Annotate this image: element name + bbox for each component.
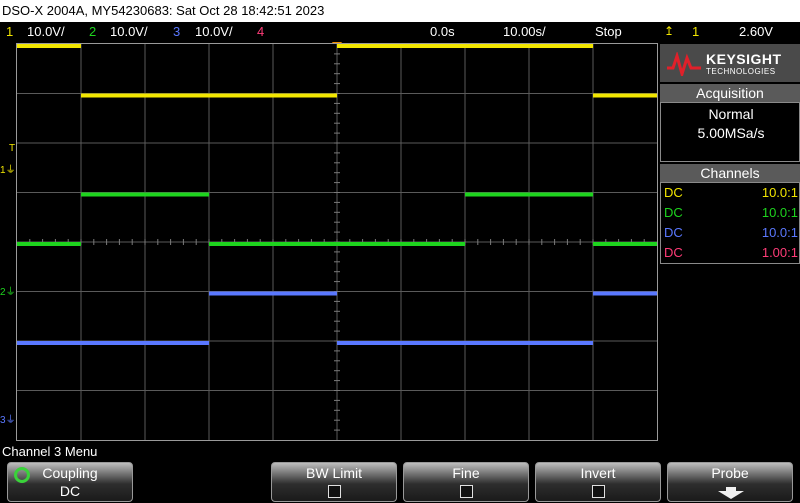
ch2-trace-segment bbox=[209, 242, 337, 246]
ch3-number[interactable]: 3 bbox=[173, 22, 180, 41]
fine-checkbox[interactable] bbox=[460, 485, 473, 498]
probe-softkey[interactable]: Probe bbox=[667, 462, 793, 502]
run-state: Stop bbox=[595, 24, 622, 39]
ch2-ground-marker[interactable]: 2⏚ bbox=[0, 288, 16, 298]
ch2-trace-segment bbox=[593, 242, 657, 246]
ch1-trace-segment bbox=[337, 44, 465, 48]
ch2-scale[interactable]: 10.0V/ bbox=[110, 22, 148, 41]
ch3-trace-segment bbox=[209, 291, 337, 296]
ch3-trace-segment bbox=[593, 291, 657, 296]
ch3-scale[interactable]: 10.0V/ bbox=[195, 22, 233, 41]
status-row: 1 10.0V/ 2 10.0V/ 3 10.0V/ 4 0.0s 10.00s… bbox=[0, 22, 800, 41]
bw-limit-label: BW Limit bbox=[306, 465, 362, 481]
ch2-probe-ratio: 10.0:1 bbox=[761, 205, 798, 220]
invert-checkbox[interactable] bbox=[592, 485, 605, 498]
acquisition-mode: Normal bbox=[708, 106, 754, 122]
ch3-probe-ratio: 10.0:1 bbox=[761, 225, 798, 240]
channel-row-3: DC 10.0:1 bbox=[664, 223, 798, 243]
ch2-trace-segment bbox=[81, 192, 209, 197]
keysight-wave-icon bbox=[667, 52, 701, 76]
channels-header: Channels bbox=[660, 164, 800, 182]
fine-label: Fine bbox=[452, 465, 480, 481]
ch2-trace-segment bbox=[465, 192, 593, 197]
ch2-coupling: DC bbox=[664, 205, 683, 220]
ch4-number[interactable]: 4 bbox=[257, 22, 264, 41]
brand-logo: KEYSIGHT TECHNOLOGIES bbox=[660, 44, 800, 82]
ch3-ground-label: 3 bbox=[0, 415, 6, 426]
ch3-trace-segment bbox=[17, 341, 81, 345]
coupling-softkey[interactable]: Coupling DC bbox=[7, 462, 133, 502]
ch1-ground-marker[interactable]: 1⏚ bbox=[0, 166, 16, 176]
trigger-level-marker[interactable]: T bbox=[9, 143, 15, 154]
submenu-arrow-icon bbox=[718, 487, 744, 499]
ch4-coupling: DC bbox=[664, 245, 683, 260]
time-delay[interactable]: 0.0s bbox=[430, 22, 455, 41]
ch1-ground-label: 1 bbox=[0, 165, 6, 176]
graticule-and-traces bbox=[17, 44, 657, 440]
ch1-number[interactable]: 1 bbox=[6, 22, 13, 41]
rotate-knob-icon bbox=[14, 467, 30, 483]
sample-rate: 5.00MSa/s bbox=[697, 125, 765, 141]
title-bar: DSO-X 2004A, MY54230683: Sat Oct 28 18:4… bbox=[0, 0, 800, 22]
invert-label: Invert bbox=[580, 465, 616, 481]
acquisition-header: Acquisition bbox=[660, 84, 800, 102]
menu-title: Channel 3 Menu bbox=[2, 444, 98, 459]
ch1-scale[interactable]: 10.0V/ bbox=[27, 22, 65, 41]
ch1-trace-segment bbox=[209, 93, 337, 98]
ch3-ground-marker[interactable]: 3⏚ bbox=[0, 416, 16, 426]
channels-box: DC 10.0:1 DC 10.0:1 DC 10.0:1 DC 1.00:1 bbox=[660, 182, 800, 264]
probe-label: Probe bbox=[711, 465, 749, 481]
ch1-probe-ratio: 10.0:1 bbox=[761, 185, 798, 200]
brand-name: KEYSIGHT bbox=[706, 51, 782, 67]
ch2-number[interactable]: 2 bbox=[89, 22, 96, 41]
invert-softkey[interactable]: Invert bbox=[535, 462, 661, 502]
channel-row-4: DC 1.00:1 bbox=[664, 243, 798, 263]
ch1-trace-segment bbox=[593, 93, 657, 98]
ch3-coupling: DC bbox=[664, 225, 683, 240]
ch3-trace-segment bbox=[81, 341, 209, 345]
acquisition-box: Normal 5.00MSa/s bbox=[660, 102, 800, 162]
ch1-trace-segment bbox=[81, 93, 209, 98]
coupling-value: DC bbox=[59, 483, 81, 499]
ch2-trace-segment bbox=[337, 242, 465, 246]
ch1-trace-segment bbox=[17, 44, 81, 48]
rising-edge-icon: ↥ bbox=[664, 24, 675, 38]
ch2-ground-label: 2 bbox=[0, 287, 6, 298]
bw-limit-softkey[interactable]: BW Limit bbox=[271, 462, 397, 502]
time-scale[interactable]: 10.00s/ bbox=[503, 22, 546, 41]
bw-limit-checkbox[interactable] bbox=[328, 485, 341, 498]
ch1-coupling: DC bbox=[664, 185, 683, 200]
ch2-trace-segment bbox=[17, 242, 81, 246]
trigger-channel[interactable]: 1 bbox=[692, 22, 699, 41]
channel-row-1: DC 10.0:1 bbox=[664, 183, 798, 203]
trigger-level[interactable]: 2.60V bbox=[739, 22, 773, 41]
waveform-display bbox=[16, 43, 658, 441]
channel-row-2: DC 10.0:1 bbox=[664, 203, 798, 223]
ch3-trace-segment bbox=[337, 341, 465, 345]
ch4-probe-ratio: 1.00:1 bbox=[761, 245, 798, 260]
brand-sub: TECHNOLOGIES bbox=[706, 67, 776, 76]
fine-softkey[interactable]: Fine bbox=[403, 462, 529, 502]
ch3-trace-segment bbox=[465, 341, 593, 345]
side-panel: KEYSIGHT TECHNOLOGIES Acquisition Normal… bbox=[660, 44, 800, 440]
ch1-trace-segment bbox=[465, 44, 593, 48]
